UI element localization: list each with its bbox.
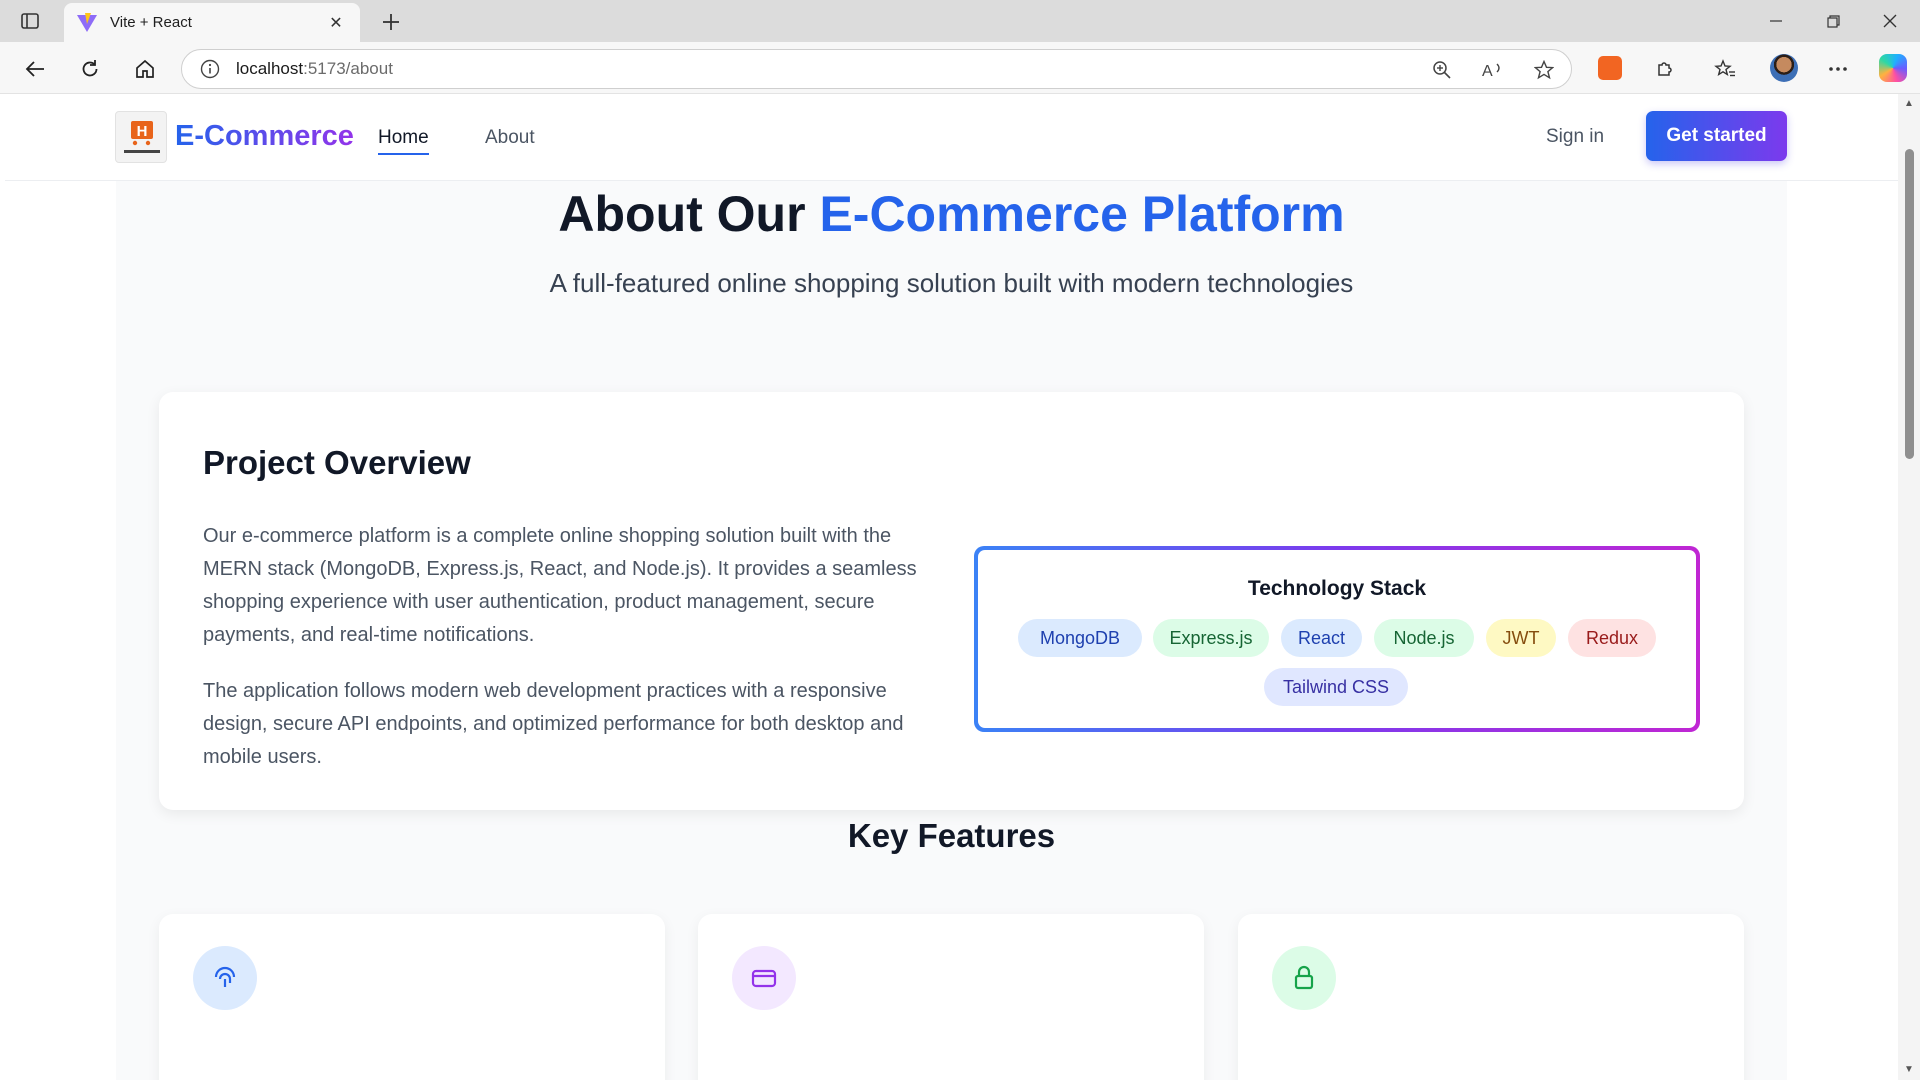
tech-badge: MongoDB <box>1018 619 1142 657</box>
copilot-icon[interactable] <box>1879 54 1907 82</box>
brand-name[interactable]: E-Commerce <box>175 120 354 153</box>
restore-icon[interactable] <box>1813 8 1853 34</box>
page-subtitle: A full-featured online shopping solution… <box>549 268 1354 298</box>
features-title: Key Features <box>847 817 1056 854</box>
page-title-accent: E-Commerce Platform <box>819 186 1345 242</box>
feature-card <box>159 914 665 1080</box>
sign-in-link[interactable]: Sign in <box>1546 126 1604 148</box>
page-viewport: About Our E-Commerce Platform A full-fea… <box>0 94 1920 1080</box>
url-host: localhost <box>236 59 304 78</box>
extension-icon[interactable] <box>1598 56 1622 80</box>
vite-logo-icon <box>77 12 97 32</box>
page-scrollbar[interactable]: ▲ ▼ <box>1898 94 1920 1080</box>
card-icon <box>732 946 796 1010</box>
close-tab-icon[interactable]: ✕ <box>324 11 348 35</box>
browser-tab-bar: Vite + React ✕ <box>0 0 1920 42</box>
page-title: About Our E-Commerce Platform <box>116 185 1787 243</box>
svg-text:H: H <box>137 123 148 140</box>
read-aloud-icon[interactable]: A <box>1481 58 1505 82</box>
refresh-icon[interactable] <box>75 54 105 84</box>
svg-text:A: A <box>1482 63 1493 80</box>
tab-actions-icon[interactable] <box>14 9 46 33</box>
home-icon[interactable] <box>130 54 160 84</box>
tech-badge: Tailwind CSS <box>1264 668 1408 706</box>
tech-badge: React <box>1281 619 1362 657</box>
project-overview-card: Project Overview Our e-commerce platform… <box>159 392 1744 810</box>
tech-badge: Redux <box>1568 619 1656 657</box>
profile-avatar[interactable] <box>1770 54 1798 82</box>
feature-card <box>698 914 1204 1080</box>
scroll-up-icon[interactable]: ▲ <box>1903 98 1915 110</box>
url-path: :5173/about <box>303 59 393 78</box>
extensions-puzzle-icon[interactable] <box>1650 54 1680 84</box>
page-title-main: About Our <box>558 186 820 242</box>
tech-badge: JWT <box>1486 619 1556 657</box>
feature-card <box>1238 914 1744 1080</box>
site-navbar: H E-Commerce Home About Sign in Get star… <box>5 94 1898 181</box>
overview-paragraph: The application follows modern web devel… <box>203 680 904 768</box>
address-bar[interactable]: localhost:5173/about A <box>181 49 1572 89</box>
overview-paragraph: Our e-commerce platform is a complete on… <box>203 525 917 646</box>
more-options-icon[interactable] <box>1823 54 1853 84</box>
main-content: About Our E-Commerce Platform A full-fea… <box>116 181 1787 1080</box>
new-tab-icon[interactable] <box>378 9 404 35</box>
overview-title: Project Overview <box>203 444 471 481</box>
site-info-icon[interactable] <box>200 59 220 79</box>
tech-badge: Express.js <box>1153 619 1269 657</box>
minimize-icon[interactable] <box>1756 8 1796 34</box>
scrollbar-thumb[interactable] <box>1905 149 1914 459</box>
fingerprint-icon <box>193 946 257 1010</box>
browser-tab[interactable]: Vite + React ✕ <box>64 3 360 42</box>
site-logo[interactable]: H <box>115 111 167 163</box>
nav-link-about[interactable]: About <box>485 127 535 149</box>
scroll-down-icon[interactable]: ▼ <box>1903 1064 1915 1076</box>
close-window-icon[interactable] <box>1870 8 1910 34</box>
nav-link-home[interactable]: Home <box>378 127 429 155</box>
browser-toolbar: localhost:5173/about A <box>0 42 1920 94</box>
tech-badge: Node.js <box>1374 619 1474 657</box>
back-icon[interactable] <box>20 54 50 84</box>
favorites-icon[interactable] <box>1710 54 1740 84</box>
stack-title: Technology Stack <box>1247 577 1427 600</box>
zoom-icon[interactable] <box>1430 58 1454 82</box>
tab-title: Vite + React <box>110 14 192 31</box>
favorite-star-icon[interactable] <box>1532 58 1556 82</box>
technology-stack-box: Technology Stack MongoDB Express.js React N… <box>974 546 1700 732</box>
get-started-button[interactable]: Get started <box>1646 111 1787 161</box>
lock-icon <box>1272 946 1336 1010</box>
